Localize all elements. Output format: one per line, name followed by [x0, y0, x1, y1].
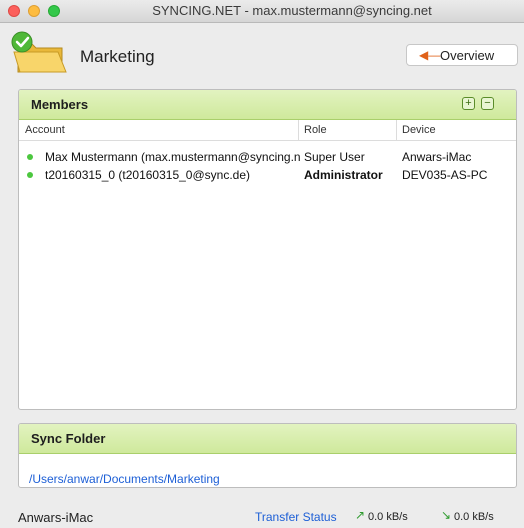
sync-folder-header: Sync Folder [19, 424, 516, 454]
download-rate: 0.0 kB/s [454, 511, 494, 523]
table-row[interactable]: t20160315_0 (t20160315_0@sync.de) Admini… [19, 165, 516, 183]
overview-button[interactable]: ◀— Overview [406, 44, 518, 66]
column-header-account[interactable]: Account [25, 124, 65, 136]
app-window: SYNCING.NET - max.mustermann@syncing.net… [0, 0, 524, 528]
member-role: Administrator [304, 168, 383, 182]
remove-icon: − [484, 97, 491, 109]
add-member-button[interactable]: + [462, 97, 475, 110]
close-window-button[interactable] [8, 5, 20, 17]
folder-check-icon [11, 31, 67, 73]
transfer-status-link[interactable]: Transfer Status [255, 510, 337, 524]
download-arrow-icon: ↘ [441, 508, 452, 522]
sync-folder-path-link[interactable]: /Users/anwar/Documents/Marketing [29, 472, 220, 486]
column-separator[interactable] [396, 120, 397, 140]
member-account: t20160315_0 (t20160315_0@sync.de) [45, 168, 251, 182]
upload-arrow-icon: ↗ [355, 508, 366, 522]
column-header-role[interactable]: Role [304, 124, 327, 136]
title-bar: SYNCING.NET - max.mustermann@syncing.net [0, 0, 524, 23]
arrow-left-icon: ◀— [419, 48, 441, 62]
column-header-device[interactable]: Device [402, 124, 436, 136]
members-title: Members [31, 97, 89, 112]
remove-member-button[interactable]: − [481, 97, 494, 110]
minimize-window-button[interactable] [28, 5, 40, 17]
member-device: Anwars-iMac [402, 150, 472, 164]
online-status-icon [27, 172, 33, 178]
table-row[interactable]: Max Mustermann (max.mustermann@syncing.n… [19, 147, 516, 165]
column-separator[interactable] [298, 120, 299, 140]
members-panel: Members + − Account Role Device Max Must… [18, 89, 517, 410]
members-header: Members + − [19, 90, 516, 120]
members-table-header: Account Role Device [19, 120, 516, 141]
member-account: Max Mustermann (max.mustermann@syncing.n… [45, 150, 300, 164]
page-title: Marketing [80, 47, 155, 66]
sync-folder-panel: Sync Folder /Users/anwar/Documents/Marke… [18, 423, 517, 488]
online-status-icon [27, 154, 33, 160]
device-name: Anwars-iMac [18, 510, 94, 525]
upload-rate: 0.0 kB/s [368, 511, 408, 523]
add-icon: + [465, 97, 472, 109]
member-device: DEV035-AS-PC [402, 168, 488, 182]
sync-folder-title: Sync Folder [31, 431, 106, 446]
zoom-window-button[interactable] [48, 5, 60, 17]
overview-button-label: Overview [440, 48, 495, 63]
window-title: SYNCING.NET - max.mustermann@syncing.net [152, 3, 432, 18]
member-role: Super User [304, 150, 365, 164]
